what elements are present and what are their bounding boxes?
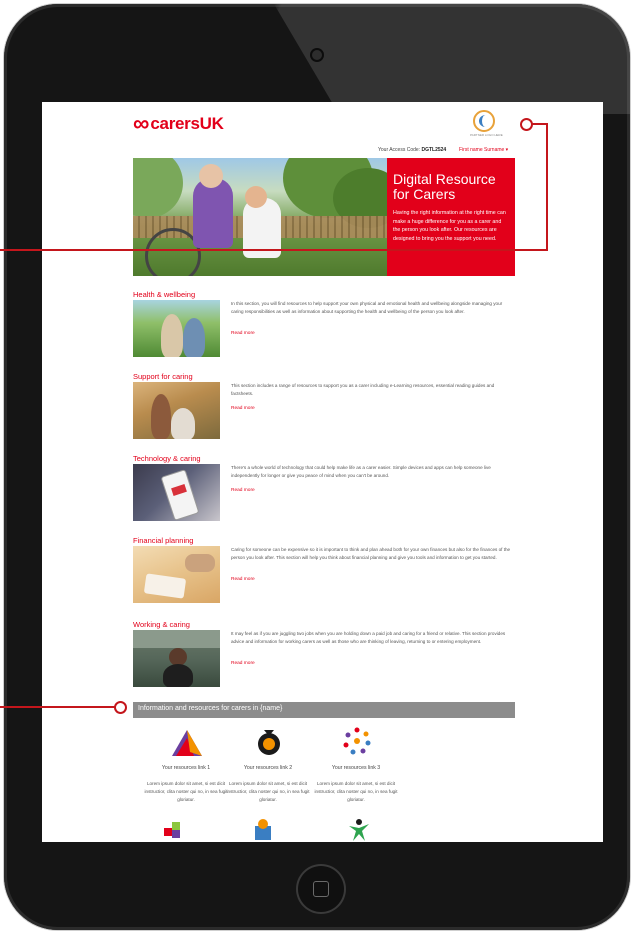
section-working-caring: Working & caring It may feel as if you a… — [133, 620, 515, 692]
resource-3-icon — [343, 727, 371, 755]
puzzle-pieces-icon[interactable] — [162, 820, 184, 842]
resource-link-3[interactable]: Your resources link 3 Lorem ipsum dolor … — [308, 724, 404, 804]
callout-line-hero — [0, 249, 390, 251]
callout-line-hero-right — [388, 249, 548, 251]
hero-text-panel: Digital Resource for Carers Having the r… — [387, 158, 515, 276]
partner-logo-caption: PARTNER LOGO HERE — [470, 133, 503, 137]
access-code-display: Your Access Code: DGTL2524 — [378, 147, 446, 153]
resource-description: Lorem ipsum dolor sit amet, si est dicit… — [226, 781, 310, 802]
hero-title: Digital Resource for Carers — [393, 171, 496, 202]
section-description: In this section, you will find resources… — [231, 301, 503, 315]
resources-header-bar: Information and resources for carers in … — [133, 702, 515, 718]
read-more-link[interactable]: Read more — [231, 661, 255, 666]
callout-dot-resources — [114, 701, 127, 714]
resource-description: Lorem ipsum dolor sit amet, si est dicit… — [314, 781, 398, 802]
access-code-value: DGTL2524 — [421, 147, 447, 153]
screen-glare — [274, 4, 630, 114]
resource-2-icon — [258, 730, 280, 755]
access-code-label: Your Access Code: — [378, 147, 421, 153]
section-title[interactable]: Financial planning — [133, 536, 193, 545]
home-button[interactable] — [298, 866, 344, 912]
section-title[interactable]: Technology & caring — [133, 454, 201, 463]
resource-1-icon — [172, 730, 202, 756]
carers-uk-logo[interactable]: ∞ carersUK — [133, 110, 224, 137]
hero-banner: Digital Resource for Carers Having the r… — [133, 158, 515, 276]
section-financial-planning: Financial planning Caring for someone ca… — [133, 536, 515, 608]
camera-icon — [312, 50, 322, 60]
people-group-icon[interactable] — [252, 818, 274, 842]
logo-word-uk: UK — [199, 113, 224, 133]
callout-line-resources — [0, 706, 116, 708]
hero-description: Having the right information at the righ… — [393, 210, 506, 242]
section-image-finance[interactable] — [133, 546, 220, 603]
section-title[interactable]: Support for caring — [133, 372, 193, 381]
logo-word-carers: carers — [150, 113, 200, 133]
callout-line-vertical — [546, 124, 548, 251]
section-health-wellbeing: Health & wellbeing In this section, you … — [133, 290, 515, 362]
read-more-link[interactable]: Read more — [231, 577, 255, 582]
read-more-link[interactable]: Read more — [231, 331, 255, 336]
tablet-screen: ∞ carersUK PARTNER LOGO HERE Your Access… — [42, 102, 603, 842]
section-title[interactable]: Working & caring — [133, 620, 190, 629]
hero-carer-photo — [133, 158, 387, 276]
section-support-for-caring: Support for caring This section includes… — [133, 372, 515, 444]
section-title[interactable]: Health & wellbeing — [133, 290, 195, 299]
resources-title: Information and resources for carers in … — [138, 705, 283, 712]
section-description: Caring for someone can be expensive so i… — [231, 547, 511, 561]
partner-logo-icon — [473, 110, 495, 132]
section-description: This section includes a range of resourc… — [231, 383, 495, 397]
carers-uk-logo-mark-icon: ∞ — [133, 110, 150, 136]
user-menu-dropdown[interactable]: First name Surname ▾ — [459, 147, 508, 153]
resource-label: Your resources link 3 — [331, 765, 381, 771]
read-more-link[interactable]: Read more — [231, 406, 255, 411]
section-image-technology[interactable] — [133, 464, 220, 521]
section-description: It may feel as if you are juggling two j… — [231, 631, 506, 645]
section-image-work[interactable] — [133, 630, 220, 687]
section-image-support[interactable] — [133, 382, 220, 439]
section-technology-caring: Technology & caring There's a whole worl… — [133, 454, 515, 526]
section-description: There's a whole world of technology that… — [231, 465, 491, 479]
resource-link-2[interactable]: Your resources link 2 Lorem ipsum dolor … — [220, 724, 316, 804]
read-more-link[interactable]: Read more — [231, 488, 255, 493]
resource-label: Your resources link 2 — [243, 765, 293, 771]
section-image-health[interactable] — [133, 300, 220, 357]
celebrating-person-icon[interactable] — [348, 818, 370, 842]
tablet-frame: ∞ carersUK PARTNER LOGO HERE Your Access… — [4, 4, 630, 930]
